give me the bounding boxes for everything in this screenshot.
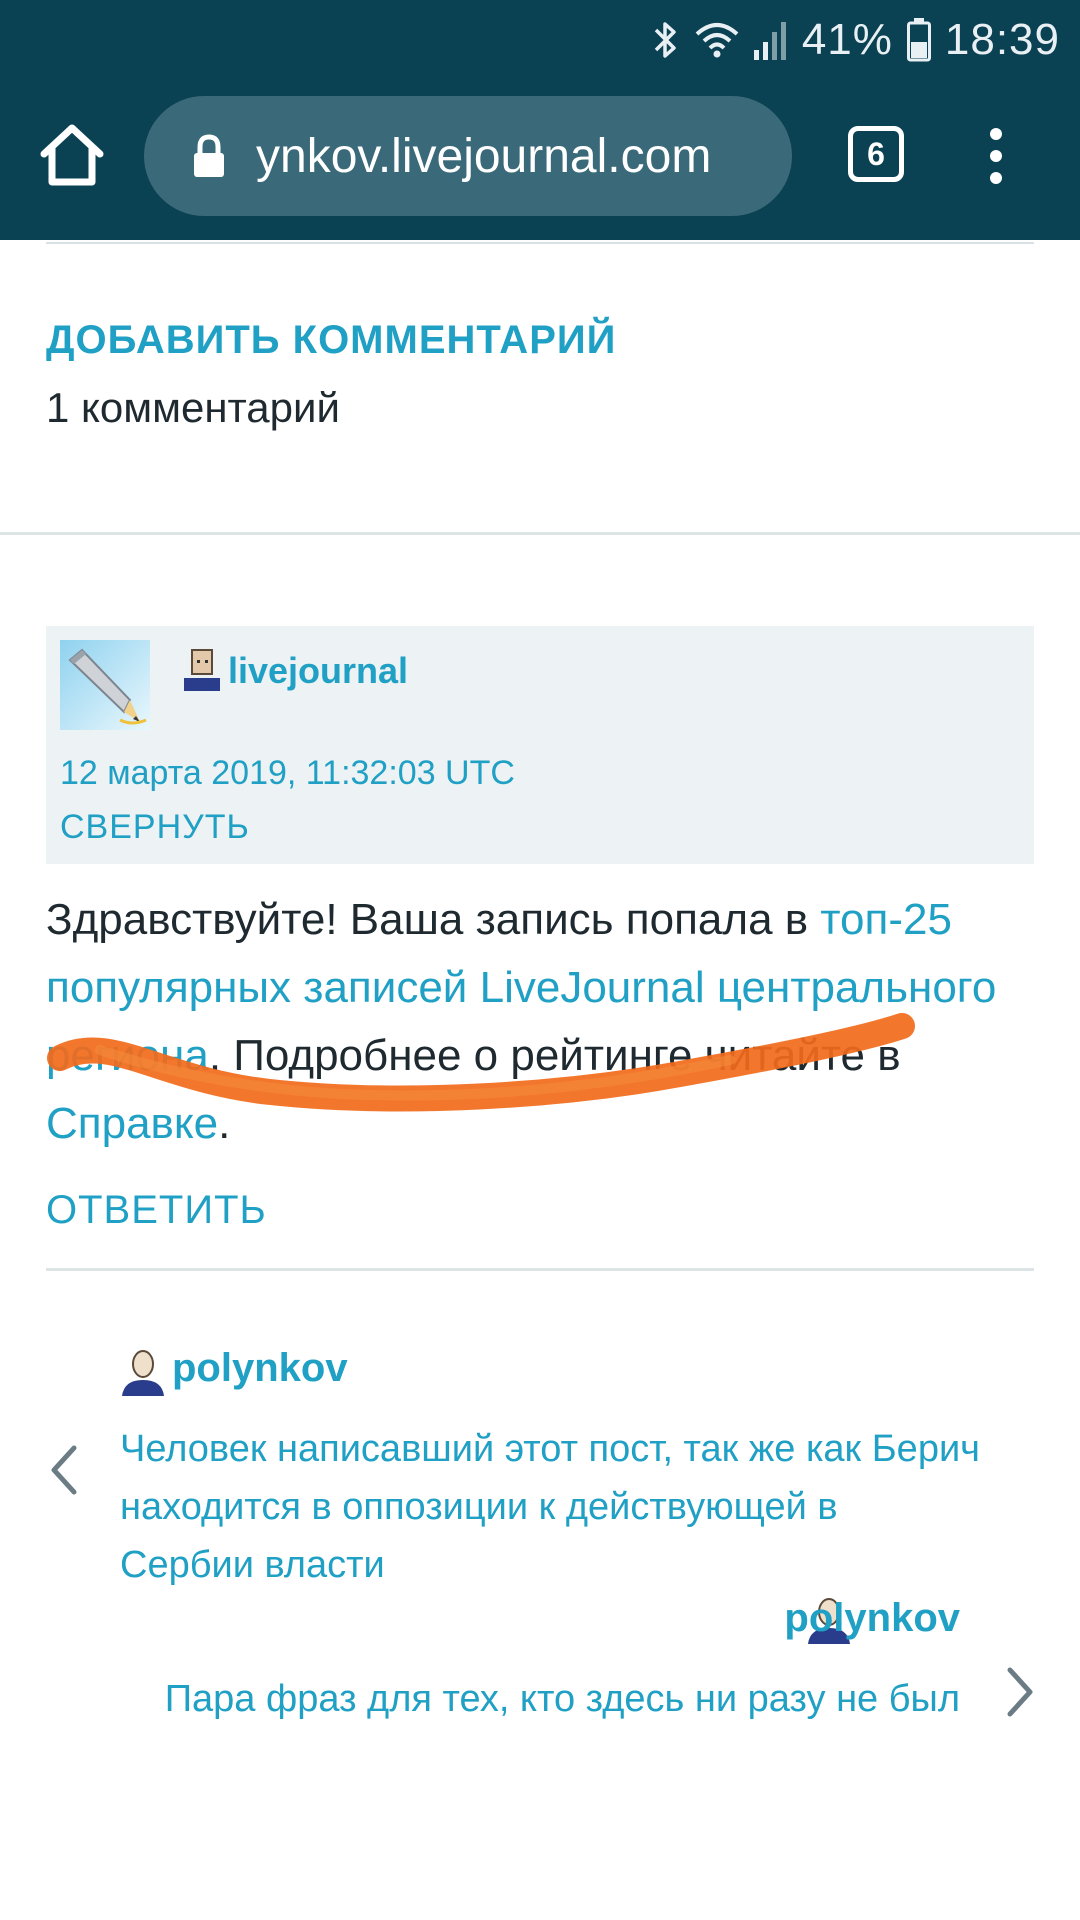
comment-text: . Подробнее о рейтинге читайте в (208, 1031, 901, 1080)
battery-percent: 41% (801, 15, 893, 64)
comment-date-link[interactable]: 12 марта 2019, 11:32:03 UTC (60, 754, 515, 793)
add-comment-link[interactable]: ДОБАВИТЬ КОММЕНТАРИЙ (46, 318, 616, 363)
chevron-left-icon[interactable] (44, 1440, 84, 1500)
signal-icon (753, 22, 786, 60)
user-icon (122, 1350, 164, 1396)
comment-author-link[interactable]: livejournal (228, 650, 408, 692)
tab-switcher-button[interactable]: 6 (848, 126, 904, 182)
next-post-title[interactable]: Пара фраз для тех, кто здесь ни разу не … (120, 1670, 960, 1728)
collapse-link[interactable]: СВЕРНУТЬ (60, 808, 250, 847)
address-bar[interactable]: ynkov.livejournal.com (144, 96, 792, 216)
toolbar: ynkov.livejournal.com 6 (0, 96, 1080, 216)
prev-post-title[interactable]: Человек написавший этот пост, так же как… (120, 1420, 980, 1594)
next-post-link[interactable]: polynkov Пара фраз для тех, кто здесь ни… (120, 1596, 1040, 1796)
next-post-author[interactable]: polynkov (784, 1596, 960, 1641)
bluetooth-icon (654, 22, 676, 58)
pencil-userpic-icon[interactable] (60, 640, 150, 730)
divider (46, 242, 1034, 244)
user-icon (184, 649, 220, 691)
url-text: ynkov.livejournal.com (256, 129, 712, 183)
home-icon[interactable] (36, 120, 108, 192)
clock: 18:39 (944, 15, 1060, 64)
status-bar: 41% 18:39 (0, 0, 1080, 80)
browser-chrome: 41% 18:39 ynkov.livejournal.com 6 (0, 0, 1080, 240)
comment-text: . (218, 1099, 231, 1148)
prev-post-author[interactable]: polynkov (172, 1346, 348, 1391)
more-vert-icon[interactable] (976, 124, 1016, 188)
lock-icon (194, 134, 224, 177)
reply-link[interactable]: ОТВЕТИТЬ (46, 1188, 267, 1233)
battery-icon (906, 18, 931, 62)
section-divider (0, 532, 1080, 535)
comment-body: Здравствуйте! Ваша запись попала в топ-2… (46, 886, 1036, 1158)
comment-text: Здравствуйте! Ваша запись попала в (46, 895, 821, 944)
comment-count: 1 комментарий (46, 384, 340, 431)
help-link[interactable]: Справке (46, 1099, 218, 1148)
wifi-icon (695, 23, 739, 58)
prev-post-link[interactable]: polynkov Человек написавший этот пост, т… (40, 1340, 1000, 1590)
chevron-right-icon[interactable] (1000, 1662, 1040, 1722)
status-indicators: 41% 18:39 (652, 10, 1060, 70)
divider (46, 1268, 1034, 1271)
comment-header: livejournal 12 марта 2019, 11:32:03 UTC … (46, 626, 1034, 864)
